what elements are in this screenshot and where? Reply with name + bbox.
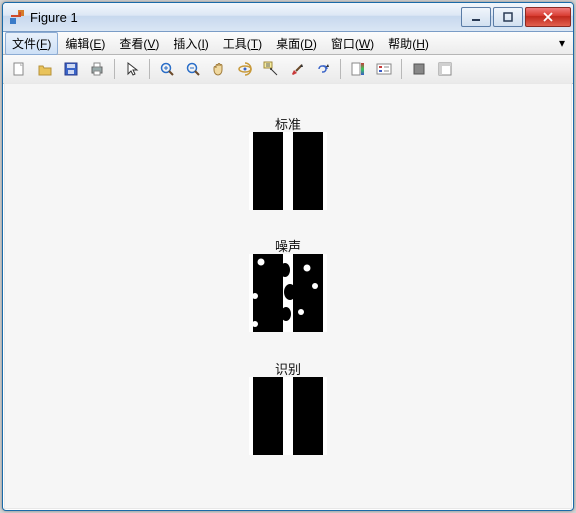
menu-bar: 文件(F) 编辑(E) 查看(V) 插入(I) 工具(T) 桌面(D) 窗口(W…: [3, 32, 573, 55]
toolbar-separator: [149, 59, 150, 79]
pointer-icon[interactable]: [120, 57, 144, 81]
zoom-in-icon[interactable]: [155, 57, 179, 81]
subplot-2-image: [249, 254, 327, 332]
hide-plot-tools-icon[interactable]: [407, 57, 431, 81]
new-file-icon[interactable]: [7, 57, 31, 81]
matlab-figure-icon: [9, 9, 25, 25]
menu-overflow-icon[interactable]: ▾: [553, 36, 571, 50]
subplot-3-title: 识别: [275, 359, 301, 378]
figure-window: Figure 1 文件(F) 编辑(E) 查看(V) 插入(I) 工具(T) 桌…: [2, 2, 574, 511]
menu-tools[interactable]: 工具(T): [216, 32, 269, 55]
link-plots-icon[interactable]: [311, 57, 335, 81]
maximize-button[interactable]: [493, 7, 523, 27]
subplot-2-title: 噪声: [275, 236, 301, 255]
zoom-out-icon[interactable]: [181, 57, 205, 81]
show-plot-tools-icon[interactable]: [433, 57, 457, 81]
subplot-1-image: [249, 132, 327, 210]
menu-window[interactable]: 窗口(W): [324, 32, 381, 55]
save-icon[interactable]: [59, 57, 83, 81]
toolbar-separator: [401, 59, 402, 79]
title-bar: Figure 1: [3, 3, 573, 32]
menu-view[interactable]: 查看(V): [112, 32, 166, 55]
colorbar-icon[interactable]: [346, 57, 370, 81]
pan-icon[interactable]: [207, 57, 231, 81]
brush-icon[interactable]: [285, 57, 309, 81]
menu-edit[interactable]: 编辑(E): [58, 32, 112, 55]
menu-desktop[interactable]: 桌面(D): [269, 32, 324, 55]
legend-icon[interactable]: [372, 57, 396, 81]
toolbar-separator: [114, 59, 115, 79]
subplot-1-title: 标准: [275, 114, 301, 133]
minimize-button[interactable]: [461, 7, 491, 27]
toolbar: [3, 55, 573, 84]
data-cursor-icon[interactable]: [259, 57, 283, 81]
menu-insert[interactable]: 插入(I): [166, 32, 215, 55]
figure-canvas: 标准 噪声 识别: [4, 83, 572, 509]
open-folder-icon[interactable]: [33, 57, 57, 81]
close-button[interactable]: [525, 7, 571, 27]
rotate-3d-icon[interactable]: [233, 57, 257, 81]
toolbar-separator: [340, 59, 341, 79]
menu-file[interactable]: 文件(F): [5, 32, 58, 55]
print-icon[interactable]: [85, 57, 109, 81]
window-title: Figure 1: [30, 10, 459, 25]
menu-help[interactable]: 帮助(H): [381, 32, 436, 55]
subplot-3-image: [249, 377, 327, 455]
